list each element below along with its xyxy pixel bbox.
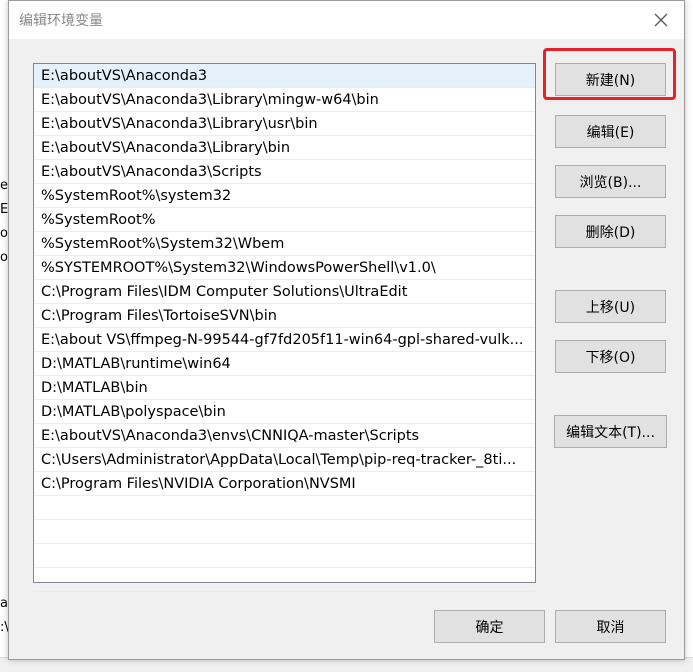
- path-list-item[interactable]: D:\MATLAB\polyspace\bin: [34, 400, 535, 424]
- path-list-empty-row[interactable]: [34, 544, 535, 568]
- close-icon: [654, 13, 668, 27]
- path-list-item[interactable]: %SystemRoot%\system32: [34, 184, 535, 208]
- path-list-item[interactable]: E:\aboutVS\Anaconda3\Library\bin: [34, 136, 535, 160]
- path-list[interactable]: E:\aboutVS\Anaconda3 E:\aboutVS\Anaconda3…: [33, 63, 536, 592]
- path-list-item[interactable]: E:\aboutVS\Anaconda3: [34, 64, 535, 88]
- edit-environment-variable-dialog: 编辑环境变量 E:\aboutVS\Anaconda3 E:\aboutVS\An…: [8, 0, 685, 660]
- path-list-item[interactable]: D:\MATLAB\bin: [34, 376, 535, 400]
- background-window-right: [684, 0, 693, 672]
- dialog-title: 编辑环境变量: [19, 13, 103, 29]
- path-list-item[interactable]: C:\Program Files\NVIDIA Corporation\NVSM…: [34, 472, 535, 496]
- path-list-item[interactable]: %SystemRoot%: [34, 208, 535, 232]
- path-list-item[interactable]: C:\Program Files\IDM Computer Solutions\…: [34, 280, 535, 304]
- edit-button[interactable]: 编辑(E): [555, 115, 666, 148]
- cancel-button[interactable]: 取消: [555, 610, 666, 643]
- background-text: a: [0, 596, 8, 611]
- path-list-item[interactable]: %SYSTEMROOT%\System32\WindowsPowerShell\…: [34, 256, 535, 280]
- close-button[interactable]: [638, 1, 684, 39]
- path-list-item[interactable]: E:\aboutVS\Anaconda3\envs\CNNIQA-master\…: [34, 424, 535, 448]
- browse-button[interactable]: 浏览(B)...: [555, 165, 666, 198]
- path-list-item[interactable]: E:\aboutVS\Anaconda3\Library\usr\bin: [34, 112, 535, 136]
- path-list-empty-row[interactable]: [34, 568, 535, 592]
- background-text: e: [0, 178, 8, 193]
- path-list-item[interactable]: E:\aboutVS\Anaconda3\Library\mingw-w64\b…: [34, 88, 535, 112]
- edit-text-button[interactable]: 编辑文本(T)...: [554, 415, 667, 448]
- move-up-button[interactable]: 上移(U): [555, 290, 666, 323]
- delete-button[interactable]: 删除(D): [555, 215, 666, 248]
- path-list-empty-row[interactable]: [34, 496, 535, 520]
- new-button[interactable]: 新建(N): [555, 63, 666, 96]
- path-list-item[interactable]: %SystemRoot%\System32\Wbem: [34, 232, 535, 256]
- move-down-button[interactable]: 下移(O): [555, 340, 666, 373]
- path-list-empty-row[interactable]: [34, 520, 535, 544]
- path-list-item[interactable]: C:\Users\Administrator\AppData\Local\Tem…: [34, 448, 535, 472]
- path-list-item[interactable]: D:\MATLAB\runtime\win64: [34, 352, 535, 376]
- path-list-item[interactable]: E:\about VS\ffmpeg-N-99544-gf7fd205f11-w…: [34, 328, 535, 352]
- path-list-item[interactable]: C:\Program Files\TortoiseSVN\bin: [34, 304, 535, 328]
- background-text: o: [0, 250, 8, 265]
- ok-button[interactable]: 确定: [434, 610, 545, 643]
- path-list-item[interactable]: E:\aboutVS\Anaconda3\Scripts: [34, 160, 535, 184]
- title-bar[interactable]: 编辑环境变量: [9, 1, 684, 39]
- background-text: o: [0, 226, 8, 241]
